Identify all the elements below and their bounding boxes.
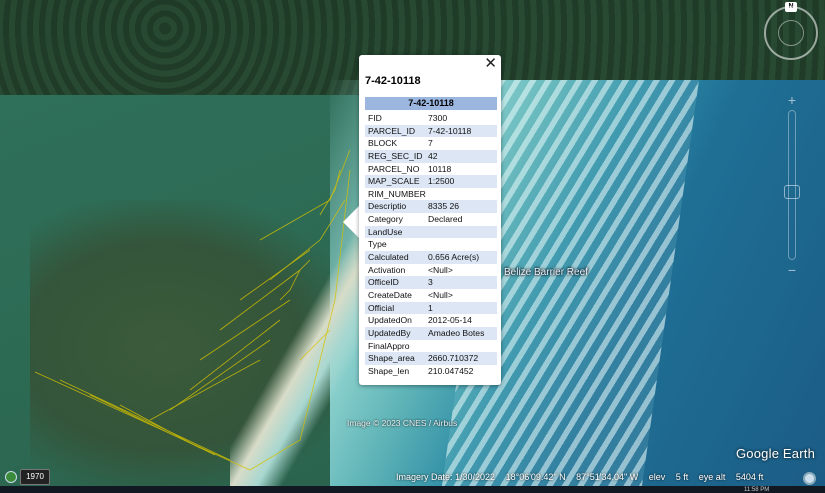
elevation-label: elev [648, 472, 666, 482]
attribute-row: Descriptio 8335 26 [365, 200, 497, 214]
attribute-value [428, 226, 497, 239]
attribute-value [428, 340, 497, 353]
attribute-row: Shape_area 2660.710372 [365, 352, 497, 365]
longitude: 87°51'34.04" W [576, 472, 639, 482]
attribute-value: 42 [428, 150, 438, 161]
historical-imagery-control[interactable]: 1970 [2, 468, 50, 485]
attribute-key: UpdatedOn [368, 315, 412, 326]
zoom-in-button[interactable]: + [784, 92, 800, 108]
attribute-value: Amadeo Botes [428, 327, 485, 338]
elevation-value: 5 ft [675, 472, 689, 482]
attribute-key: LandUse [368, 226, 403, 237]
attribute-key: Official [368, 302, 395, 313]
attribute-value [428, 238, 497, 251]
place-label[interactable]: Belize Barrier Reef [504, 267, 588, 278]
attribute-value: 210.047452 [428, 365, 474, 376]
attribute-value: <Null> [428, 264, 453, 275]
attribute-row: RIM_NUMBER [365, 188, 497, 201]
close-icon[interactable]: ✕ [484, 56, 497, 71]
attribute-row: Activation <Null> [365, 264, 497, 277]
popup-title: 7-42-10118 [365, 75, 421, 87]
attribute-row: Shape_len 210.047452 [365, 365, 497, 378]
attribute-row: MAP_SCALE 1:2500 [365, 175, 497, 188]
eye-alt-value: 5404 ft [735, 472, 764, 482]
attribute-row: FinalAppro [365, 340, 497, 353]
attribute-key: UpdatedBy [368, 327, 411, 338]
attribute-key: Type [368, 239, 387, 250]
streaming-status-icon [803, 472, 816, 485]
attribute-value: 7300 [428, 113, 448, 123]
attribute-key: FinalAppro [368, 340, 410, 351]
attribute-row: OfficeID 3 [365, 276, 497, 289]
clock-icon[interactable] [5, 471, 17, 483]
attribute-value [428, 188, 497, 201]
zoom-out-button[interactable]: − [784, 262, 800, 278]
attribute-key: BLOCK [368, 138, 398, 149]
zoom-slider-thumb[interactable] [784, 185, 800, 199]
popup-pointer [343, 205, 360, 239]
look-joystick[interactable] [778, 20, 804, 46]
latitude: 18°06'09.42" N [505, 472, 566, 482]
attribute-value: 1 [428, 302, 433, 313]
attribute-value: 0.656 Acre(s) [428, 252, 480, 263]
attribute-value: 2012-05-14 [428, 315, 472, 326]
attribute-row: REG_SEC_ID 42 [365, 149, 497, 163]
attribute-row: CreateDate <Null> [365, 289, 497, 302]
attribute-key: CreateDate [368, 289, 412, 300]
attribute-key: RIM_NUMBER [368, 188, 426, 199]
attribute-row: PARCEL_ID 7-42-10118 [365, 124, 497, 138]
attribute-table: FID 7300 PARCEL_ID 7-42-10118 BLOCK 7 REG_SEC_… [365, 112, 497, 377]
attribute-value: 2660.710372 [428, 353, 479, 364]
attribute-row: LandUse [365, 225, 497, 239]
attribute-value: <Null> [428, 289, 453, 300]
attribute-key: Shape_len [368, 365, 410, 376]
attribute-row: FID 7300 [365, 112, 497, 125]
attribute-value: 1:2500 [428, 176, 455, 187]
status-bar: Imagery Date: 1/30/2022 18°06'09.42" N 8… [396, 472, 771, 482]
attribute-row: Official 1 [365, 301, 497, 315]
attribute-value: 7 [428, 138, 433, 149]
attribute-key: MAP_SCALE [368, 176, 420, 187]
google-earth-logo: Google Earth [736, 446, 816, 461]
image-credit: Image © 2023 CNES / Airbus [347, 418, 458, 428]
attribute-value: Declared [428, 214, 463, 225]
attribute-row: Category Declared [365, 213, 497, 226]
attribute-row: BLOCK 7 [365, 137, 497, 150]
attribute-key: OfficeID [368, 277, 399, 288]
attribute-row: Calculated 0.656 Acre(s) [365, 251, 497, 264]
parcel-info-balloon: ✕ 7-42-10118 7-42-10118 FID 7300 PARCEL_ID… [359, 55, 501, 385]
attribute-key: Category [368, 214, 403, 225]
attribute-row: PARCEL_NO 10118 [365, 163, 497, 176]
attribute-key: Calculated [368, 252, 409, 263]
attribute-key: PARCEL_ID [368, 125, 416, 136]
attribute-key: Descriptio [368, 201, 407, 212]
attribute-key: FID [368, 113, 382, 123]
attribute-key: REG_SEC_ID [368, 150, 423, 161]
attribute-key: PARCEL_NO [368, 163, 420, 174]
attribute-value: 8335 26 [428, 201, 460, 212]
attribute-value: 7-42-10118 [428, 125, 472, 136]
attribute-row: Type [365, 238, 497, 251]
imagery-date: Imagery Date: 1/30/2022 [396, 472, 496, 482]
attribute-row: UpdatedBy Amadeo Botes [365, 326, 497, 340]
attribute-value: 3 [428, 277, 433, 288]
attribute-value: 10118 [428, 163, 452, 174]
taskbar-clock: 11:58 PM [744, 487, 770, 493]
taskbar [0, 486, 825, 493]
historical-year[interactable]: 1970 [20, 469, 50, 485]
attribute-key: Activation [368, 264, 406, 275]
eye-alt-label: eye alt [698, 472, 726, 482]
attribute-table-header: 7-42-10118 [365, 97, 497, 110]
attribute-row: UpdatedOn 2012-05-14 [365, 314, 497, 327]
attribute-key: Shape_area [368, 353, 415, 364]
